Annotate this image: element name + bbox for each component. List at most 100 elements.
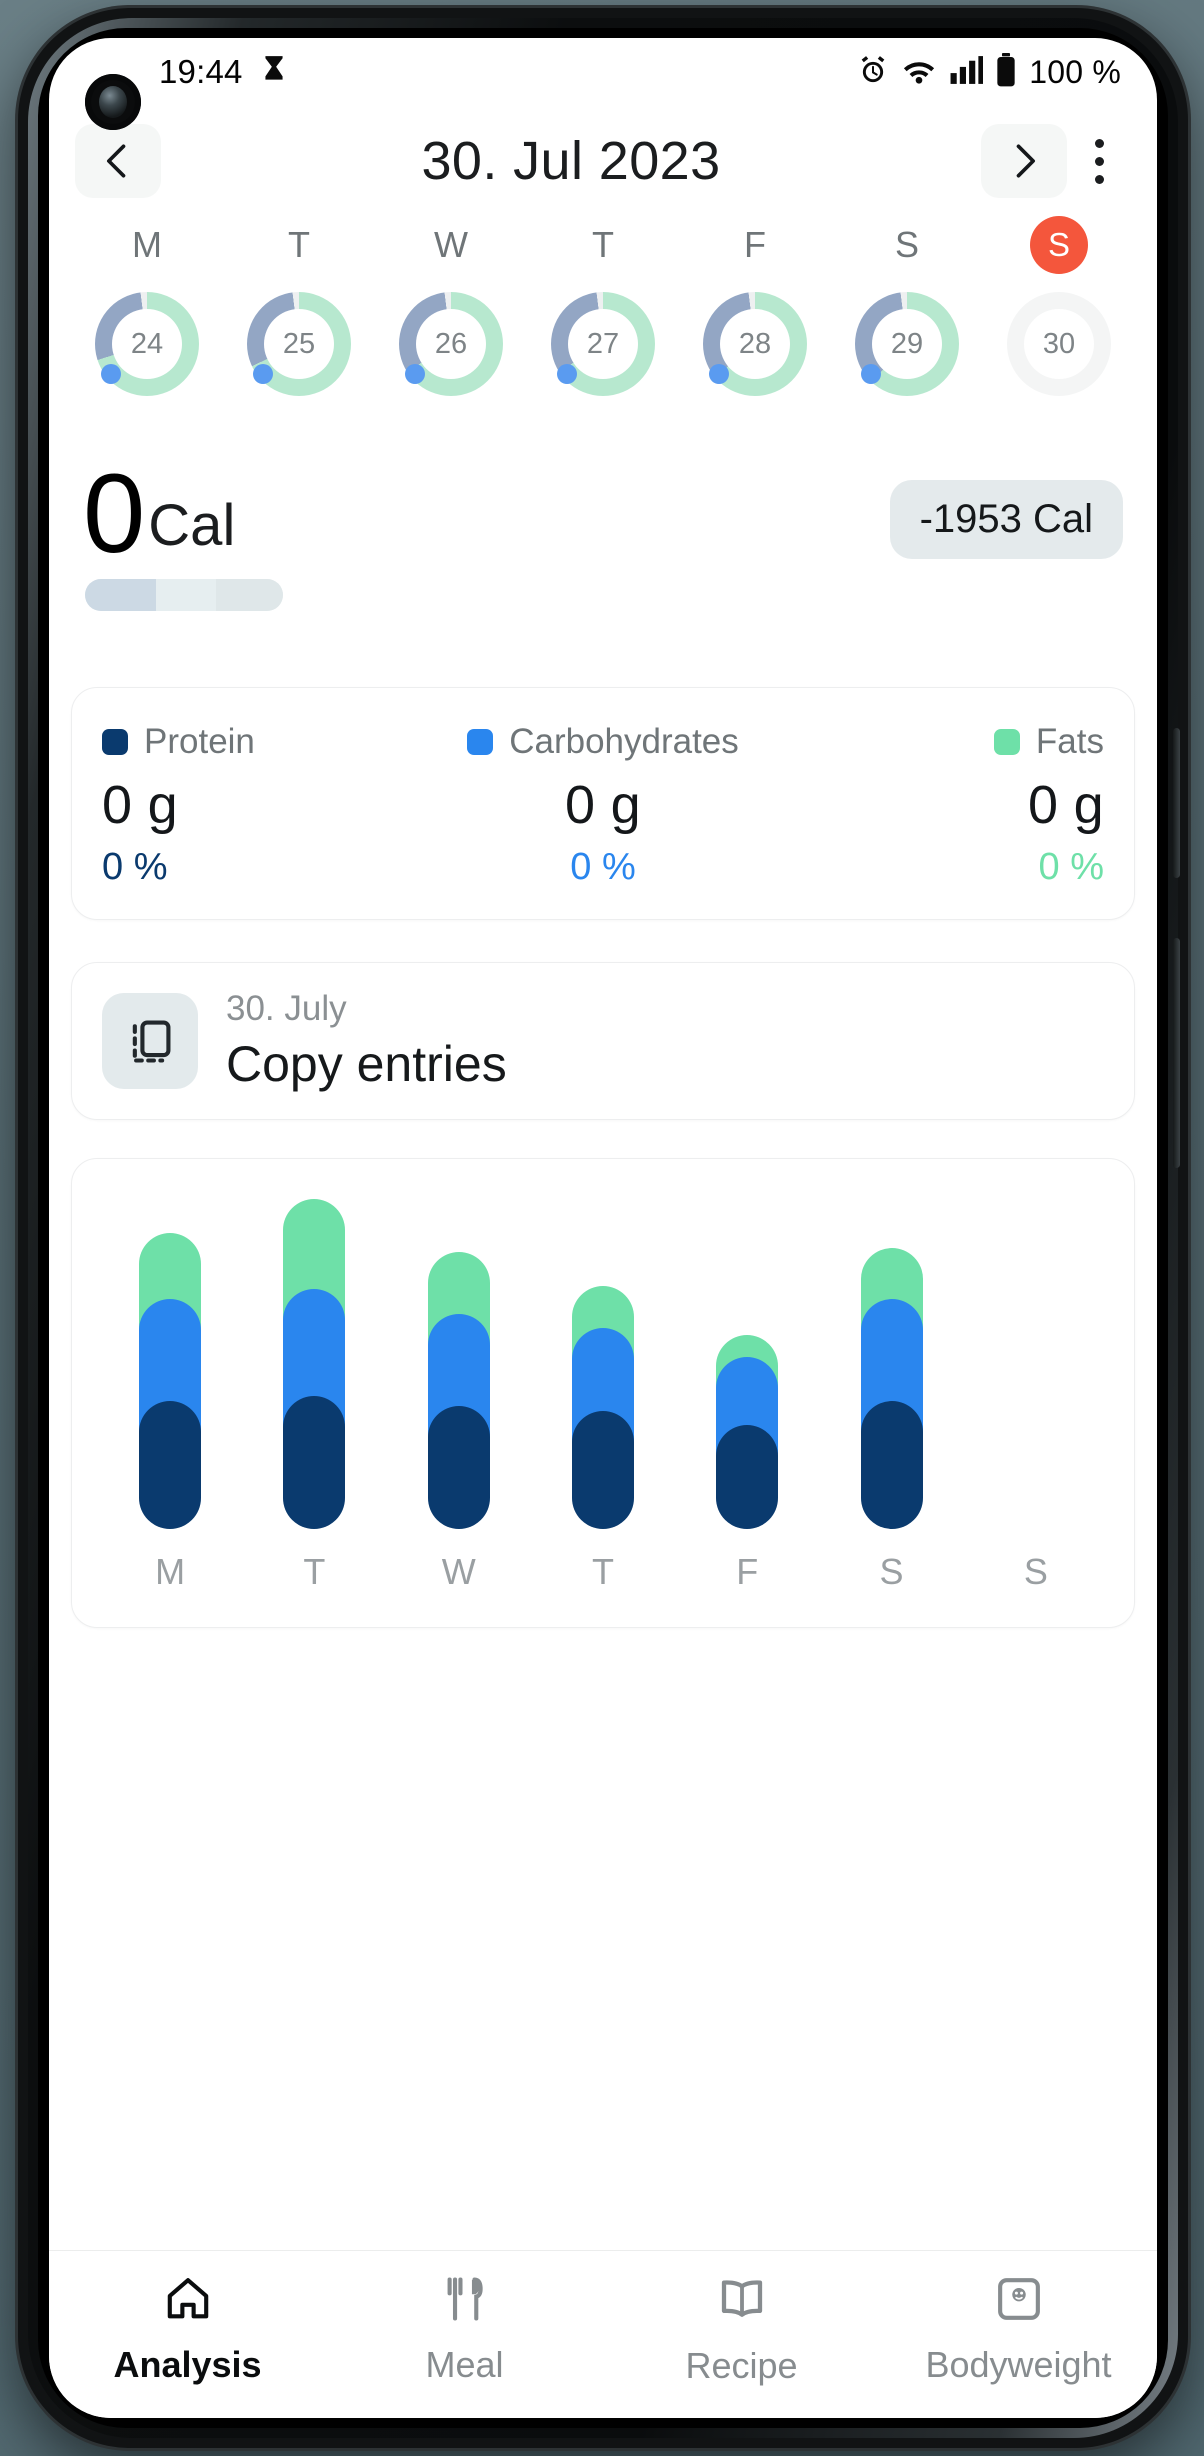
chart-bar-column: [98, 1233, 242, 1530]
day-number: 30: [1024, 309, 1094, 379]
overflow-menu-button[interactable]: [1067, 124, 1131, 198]
chart-bar-segment: [283, 1396, 346, 1530]
copy-entries-date: 30. July: [226, 989, 347, 1029]
wifi-icon: [901, 55, 937, 90]
macro-value: 0 g: [102, 775, 178, 836]
previous-day-button[interactable]: [75, 124, 161, 198]
chart-bar-segment: [427, 1405, 490, 1530]
week-weekday-cell: F: [679, 216, 831, 274]
date-header: 30. Jul 2023: [49, 106, 1157, 214]
macro-header: Carbohydrates: [436, 722, 770, 762]
weekly-macro-chart: MTWTFSS: [71, 1158, 1135, 1629]
macro-label: Protein: [144, 722, 255, 762]
day-progress-ring[interactable]: 25: [247, 292, 351, 396]
day-progress-ring[interactable]: 24: [95, 292, 199, 396]
week-weekday-cell: S: [983, 216, 1135, 274]
status-bar-left: 19:44: [159, 53, 287, 91]
nav-item-meal[interactable]: Meal: [326, 2273, 603, 2386]
phone-frame: 19:44 100 % 30. Jul 2023 M T W T F S S 2…: [18, 8, 1188, 2448]
status-time: 19:44: [159, 53, 243, 90]
nav-label: Recipe: [685, 2345, 798, 2386]
day-indicator-dot: [101, 364, 121, 384]
chart-x-label: S: [1023, 1551, 1048, 1593]
chart-x-label: T: [591, 1551, 614, 1593]
day-indicator-dot: [253, 364, 273, 384]
macro-label: Fats: [1035, 722, 1104, 762]
home-icon: [162, 2273, 214, 2330]
page-title: 30. Jul 2023: [421, 131, 721, 191]
calorie-value: 0: [83, 451, 145, 576]
bottom-navigation: Analysis Meal Recipe Bodyweight: [49, 2250, 1157, 2418]
macro-percent: 0 %: [570, 846, 636, 889]
calorie-remaining-badge: -1953 Cal: [889, 480, 1123, 559]
week-day-cell[interactable]: 28: [679, 292, 831, 396]
battery-percent: 100 %: [1029, 53, 1121, 90]
chart-bar-stack: [427, 1252, 490, 1530]
macro-color-swatch: [467, 729, 494, 756]
chart-x-label: F: [736, 1551, 759, 1593]
macro-color-swatch: [102, 729, 128, 756]
nav-label: Bodyweight: [925, 2344, 1112, 2385]
scale-icon: [993, 2273, 1045, 2330]
nav-item-analysis[interactable]: Analysis: [49, 2273, 326, 2386]
phone-screen: 19:44 100 % 30. Jul 2023 M T W T F S S 2…: [49, 38, 1157, 2418]
status-bar-right: 100 %: [857, 52, 1121, 92]
week-weekday-label: F: [744, 224, 766, 265]
chart-bar-segment: [716, 1425, 779, 1530]
day-indicator-dot: [861, 364, 881, 384]
chart-bar-segment: [139, 1400, 202, 1530]
week-weekday-cell: S: [831, 216, 983, 274]
week-strip: M T W T F S S 24 25 26 27 28 29 30: [49, 214, 1157, 404]
chevron-left-icon: [107, 144, 126, 178]
week-day-cell[interactable]: 27: [527, 292, 679, 396]
nav-item-bodyweight[interactable]: Bodyweight: [880, 2273, 1157, 2386]
chart-bar-segment: [860, 1400, 923, 1530]
nav-item-recipe[interactable]: Recipe: [603, 2272, 880, 2387]
chart-bar-stack: [571, 1286, 634, 1530]
macro-value: 0 g: [1028, 775, 1104, 836]
copy-entries-title: Copy entries: [226, 1036, 507, 1093]
day-progress-ring[interactable]: 26: [399, 292, 503, 396]
calorie-progress-segment: [215, 579, 283, 612]
day-progress-ring[interactable]: 30: [1007, 292, 1111, 396]
week-day-cell[interactable]: 26: [375, 292, 527, 396]
week-day-cell[interactable]: 25: [223, 292, 375, 396]
chart-x-label: S: [879, 1551, 904, 1593]
macro-percent: 0 %: [1038, 846, 1104, 889]
week-day-cell[interactable]: 29: [831, 292, 983, 396]
day-progress-ring[interactable]: 27: [551, 292, 655, 396]
copy-entries-text: 30. July Copy entries: [226, 989, 507, 1093]
status-bar: 19:44 100 %: [49, 38, 1157, 106]
macro-fats: Fats 0 g 0 %: [770, 722, 1104, 889]
day-number: 29: [872, 309, 942, 379]
day-progress-ring[interactable]: 28: [703, 292, 807, 396]
macro-value: 0 g: [565, 775, 641, 836]
day-progress-ring[interactable]: 29: [855, 292, 959, 396]
overflow-menu-icon: [1094, 174, 1104, 184]
week-weekday-label-today: S: [1030, 216, 1088, 274]
day-indicator-dot: [709, 364, 729, 384]
chart-x-axis-labels: MTWTFSS: [98, 1551, 1108, 1593]
volume-button[interactable]: [1173, 938, 1180, 1168]
alarm-icon: [857, 54, 889, 91]
next-day-button[interactable]: [981, 124, 1067, 198]
chart-x-label: W: [441, 1551, 476, 1593]
chart-bar-segment: [571, 1410, 634, 1530]
macros-card: Protein 0 g 0 % Carbohydrates 0 g 0 % Fa…: [71, 687, 1135, 921]
hourglass-icon: [261, 55, 287, 90]
nav-label: Meal: [425, 2344, 504, 2385]
week-day-cell[interactable]: 30: [983, 292, 1135, 396]
chart-bar-stack: [139, 1233, 202, 1530]
macros-row: Protein 0 g 0 % Carbohydrates 0 g 0 % Fa…: [102, 722, 1104, 889]
day-number: 25: [264, 309, 334, 379]
week-day-cell[interactable]: 24: [71, 292, 223, 396]
calorie-progress-segment: [85, 579, 157, 612]
day-indicator-dot: [557, 364, 577, 384]
macro-color-swatch: [993, 729, 1020, 756]
chart-bar-stack: [716, 1334, 779, 1530]
macro-carbohydrates: Carbohydrates 0 g 0 %: [436, 722, 770, 889]
power-button[interactable]: [1173, 728, 1180, 878]
copy-entries-card[interactable]: 30. July Copy entries: [71, 962, 1135, 1121]
front-camera: [85, 74, 141, 130]
nav-label: Analysis: [113, 2344, 262, 2385]
